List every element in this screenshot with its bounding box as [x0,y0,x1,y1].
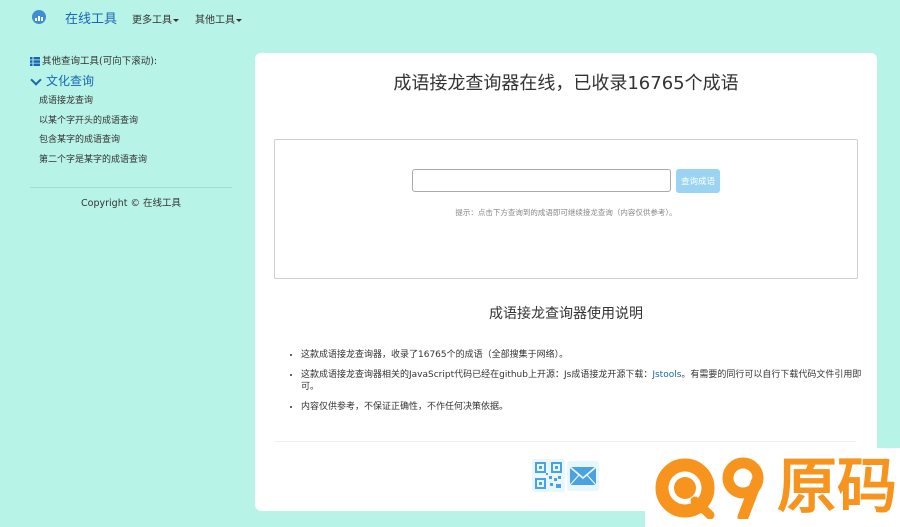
usage-title: 成语接龙查询器使用说明 [489,306,643,322]
qrcode-icon[interactable] [532,459,565,492]
sidebar-item-second-char[interactable]: 第二个字是某字的成语查询 [39,152,147,165]
search-idiom-button[interactable]: 查询成语 [676,169,720,193]
watermark: 原码 [645,448,900,527]
nav-other-tools-label: 其他工具 [195,15,235,26]
top-navbar: 在线工具 更多工具 其他工具 [0,0,900,34]
usage-note-1: 这款成语接龙查询器，收录了16765个的成语（全部搜集于网络）。 [301,349,876,362]
caret-down-icon [236,18,242,22]
chevron-down-icon [30,74,42,86]
watermark-text: 原码 [777,452,897,522]
search-panel: 查询成语 提示：点击下方查询到的成语即可继续接龙查询（内容仅供参考）。 [274,139,858,279]
main-card: 成语接龙查询器在线，已收录16765个成语 查询成语 提示：点击下方查询到的成语… [255,53,877,511]
usage-note-2: 这款成语接龙查询器相关的JavaScript代码已经在github上开源：Js成… [301,369,876,394]
usage-note-2-text: 这款成语接龙查询器相关的JavaScript代码已经在github上开源：Js成… [301,369,653,380]
sidebar-category-culture[interactable]: 文化查询 [30,72,94,89]
sidebar-divider [30,187,232,188]
copyright-text: Copyright © 在线工具 [81,198,181,209]
sidebar-category-label: 文化查询 [46,74,95,88]
nav-other-tools[interactable]: 其他工具 [195,11,242,26]
usage-notes: 这款成语接龙查询器，收录了16765个的成语（全部搜集于网络）。 这款成语接龙查… [285,349,876,420]
idiom-search-input[interactable] [412,169,671,192]
mail-icon[interactable] [567,461,599,491]
site-logo-icon[interactable] [32,10,46,24]
usage-note-1-text: 这款成语接龙查询器，收录了16765个的成语（全部搜集于网络）。 [301,350,569,360]
nav-more-tools[interactable]: 更多工具 [132,11,179,26]
sidebar-item-contains[interactable]: 包含某字的成语查询 [39,132,120,145]
list-icon [30,57,40,66]
brand-link[interactable]: 在线工具 [65,8,117,27]
page-title: 成语接龙查询器在线，已收录16765个成语 [393,73,739,94]
search-hint: 提示：点击下方查询到的成语即可继续接龙查询（内容仅供参考）。 [455,208,677,217]
sidebar-item-idiom-chain[interactable]: 成语接龙查询 [39,93,93,106]
nav-more-tools-label: 更多工具 [132,15,172,26]
q9-logo-icon [655,457,764,519]
usage-note-3: 内容仅供参考，不保证正确性，不作任何决策依据。 [301,401,876,414]
jstools-link[interactable]: Jstools [652,370,681,380]
sidebar-item-starts-with[interactable]: 以某个字开头的成语查询 [39,113,138,126]
caret-down-icon [173,18,179,22]
usage-note-3-text: 内容仅供参考，不保证正确性，不作任何决策依据。 [301,401,509,412]
card-divider [274,441,856,442]
sidebar-heading-text: 其他查询工具(可向下滚动): [42,56,158,67]
sidebar-heading: 其他查询工具(可向下滚动): [30,53,157,67]
